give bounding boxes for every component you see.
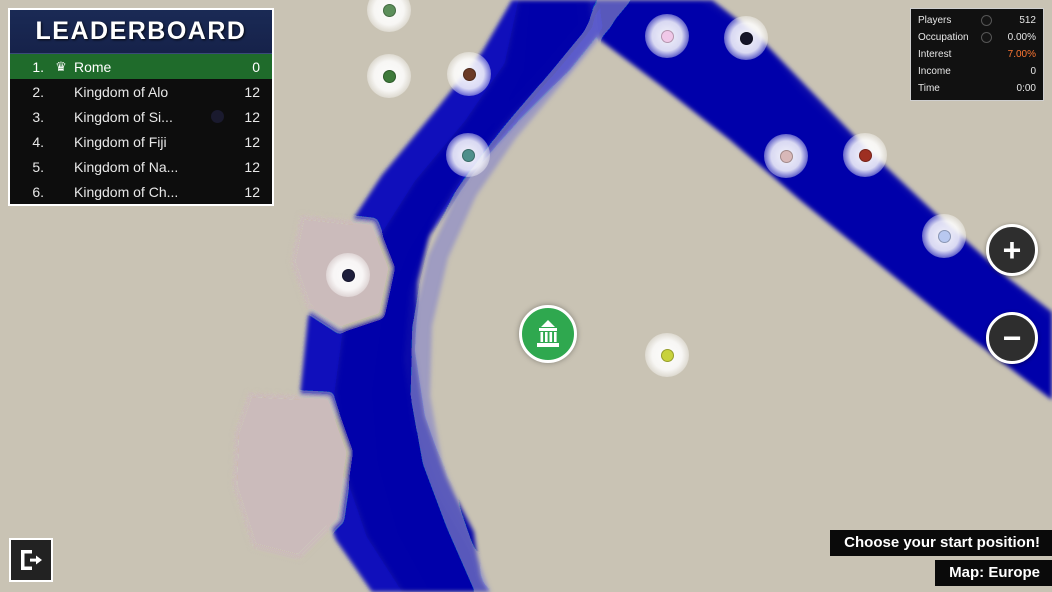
stat-value: 7.00% [1007, 49, 1036, 60]
stat-row-income: Income 0 [911, 63, 1043, 80]
city-owner-dot [858, 148, 872, 162]
city-owner-dot [382, 69, 396, 83]
stat-value: 0:00 [1016, 83, 1036, 94]
stat-label: Occupation [918, 32, 969, 43]
exit-button[interactable] [9, 538, 53, 582]
leaderboard-title: LEADERBOARD [10, 10, 272, 54]
leaderboard-row[interactable]: 6. Kingdom of Ch... 12 [10, 179, 272, 204]
minus-icon: − [1002, 320, 1022, 356]
stat-value: 512 [1019, 15, 1036, 26]
leaderboard-player-name: Rome [74, 58, 112, 75]
capital-marker[interactable] [519, 305, 577, 363]
leaderboard-row[interactable]: 1. ♛ Rome 0 [10, 54, 272, 79]
city-owner-dot [382, 3, 396, 17]
stat-label: Interest [918, 49, 952, 60]
city-node[interactable] [446, 133, 490, 177]
city-node[interactable] [922, 214, 966, 258]
leaderboard-panel: LEADERBOARD 1. ♛ Rome 0 2. Kingdom of Al… [8, 8, 274, 206]
leaderboard-player-color-dot [211, 110, 224, 123]
map-name-label: Map: Europe [935, 560, 1052, 586]
stat-row-occupation: Occupation 0.00% [911, 29, 1043, 46]
leaderboard-player-name: Kingdom of Alo [74, 83, 169, 100]
leaderboard-score: 0 [252, 58, 260, 75]
plus-icon: + [1002, 232, 1022, 268]
city-owner-dot [937, 229, 951, 243]
city-node[interactable] [764, 134, 808, 178]
exit-icon [21, 550, 42, 570]
city-owner-dot [461, 148, 475, 162]
city-owner-dot [341, 268, 355, 282]
city-node[interactable] [447, 52, 491, 96]
leaderboard-row[interactable]: 5. Kingdom of Na... 12 [10, 154, 272, 179]
leaderboard-score: 12 [244, 183, 260, 200]
leaderboard-score: 12 [244, 108, 260, 125]
leaderboard-row[interactable]: 4. Kingdom of Fiji 12 [10, 129, 272, 154]
stat-value: 0 [1030, 66, 1036, 77]
stat-value: 0.00% [1007, 32, 1036, 43]
city-owner-dot [779, 149, 793, 163]
leaderboard-rank: 3. [32, 108, 44, 125]
zoom-in-button[interactable]: + [986, 224, 1038, 276]
leaderboard-score: 12 [244, 83, 260, 100]
stat-row-time: Time 0:00 [911, 80, 1043, 97]
leaderboard-rank: 1. [32, 58, 44, 75]
leaderboard-player-name: Kingdom of Fiji [74, 133, 167, 150]
leaderboard-player-name: Kingdom of Si... [74, 108, 173, 125]
city-owner-dot [739, 31, 753, 45]
crown-icon: ♛ [55, 58, 67, 74]
city-owner-dot [660, 29, 674, 43]
game-screen: LEADERBOARD 1. ♛ Rome 0 2. Kingdom of Al… [0, 0, 1052, 592]
leaderboard-player-name: Kingdom of Na... [74, 158, 179, 175]
stat-label: Income [918, 66, 951, 77]
occupation-color-dot [981, 32, 992, 43]
city-owner-dot [660, 348, 674, 362]
stat-row-players: Players 512 [911, 12, 1043, 29]
leaderboard-rank: 2. [32, 83, 44, 100]
city-node[interactable] [645, 333, 689, 377]
city-node[interactable] [724, 16, 768, 60]
start-position-hint: Choose your start position! [830, 530, 1052, 556]
leaderboard-score: 12 [244, 158, 260, 175]
leaderboard-score: 12 [244, 133, 260, 150]
player-color-dot [981, 15, 992, 26]
city-node[interactable] [367, 54, 411, 98]
city-node[interactable] [843, 133, 887, 177]
stat-label: Time [918, 83, 940, 94]
capital-building-icon [537, 320, 559, 347]
city-node[interactable] [326, 253, 370, 297]
stats-panel: Players 512 Occupation 0.00% Interest 7.… [910, 8, 1044, 101]
leaderboard-rank: 4. [32, 133, 44, 150]
city-node[interactable] [645, 14, 689, 58]
leaderboard-player-name: Kingdom of Ch... [74, 183, 179, 200]
city-owner-dot [462, 67, 476, 81]
leaderboard-rank: 5. [32, 158, 44, 175]
leaderboard-row[interactable]: 3. Kingdom of Si... 12 [10, 104, 272, 129]
stat-row-interest: Interest 7.00% [911, 46, 1043, 63]
stat-label: Players [918, 15, 952, 26]
leaderboard-row[interactable]: 2. Kingdom of Alo 12 [10, 79, 272, 104]
leaderboard-rank: 6. [32, 183, 44, 200]
zoom-out-button[interactable]: − [986, 312, 1038, 364]
